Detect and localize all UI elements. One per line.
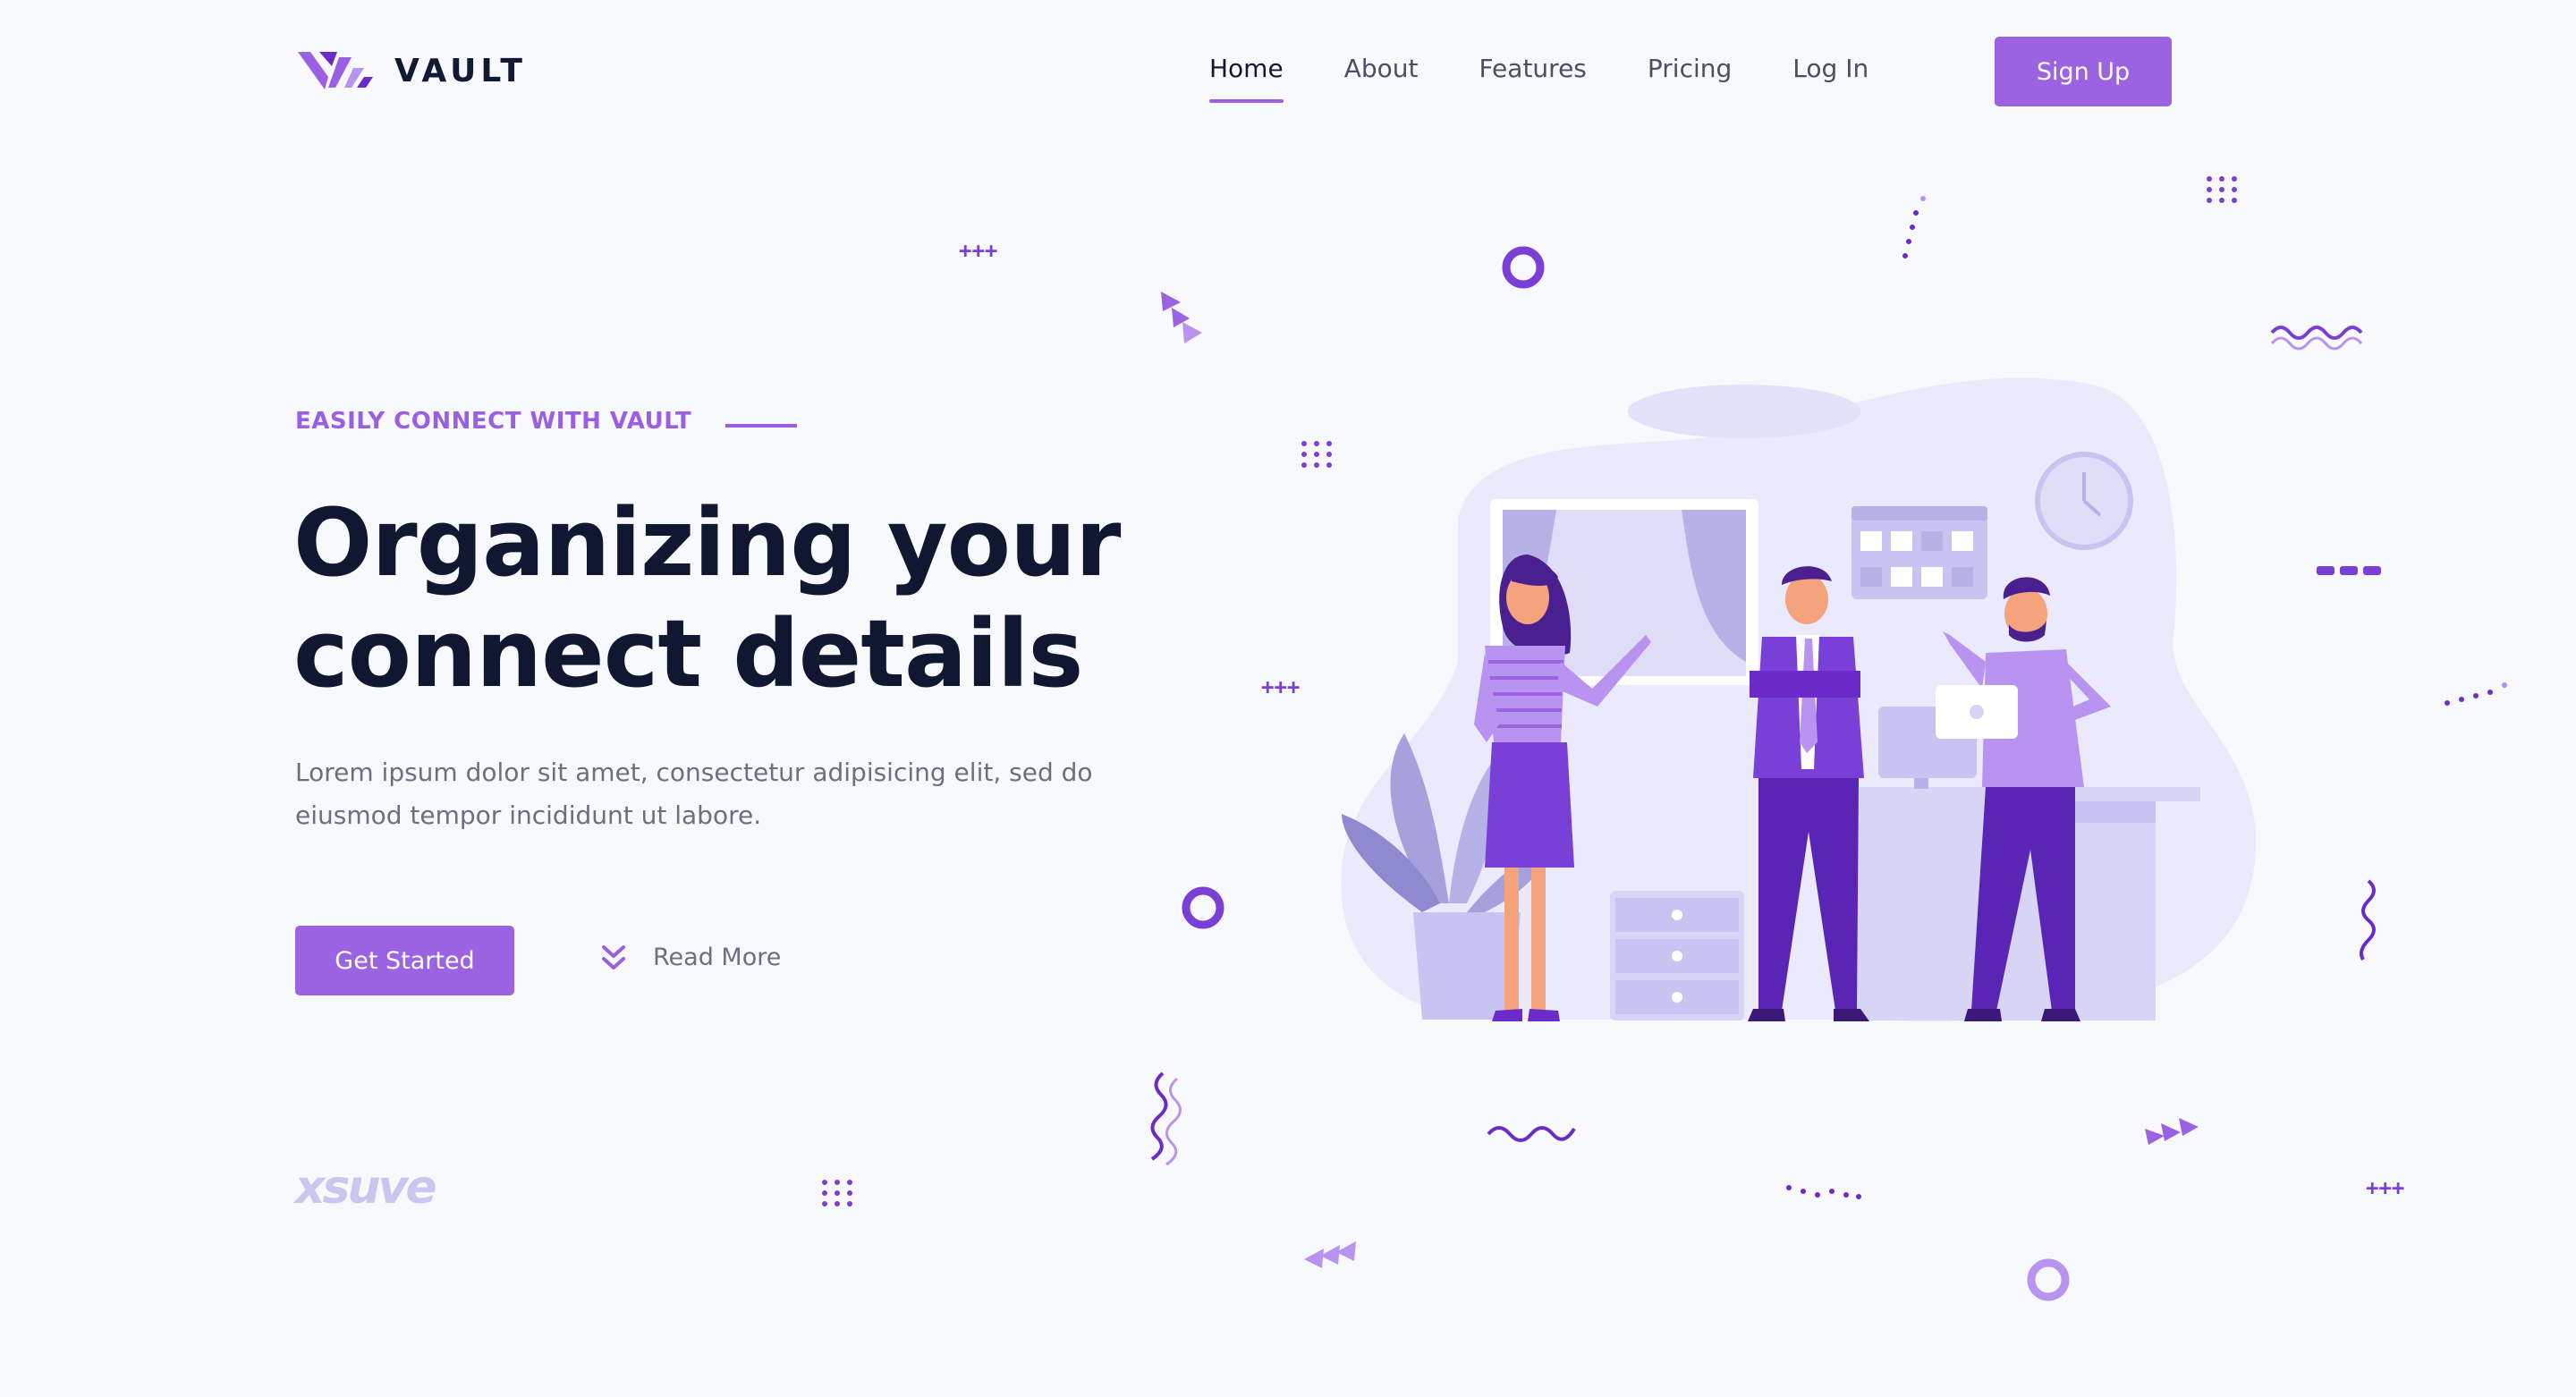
- triangle-decoration-icon: [1161, 292, 1202, 343]
- squiggle-decoration-icon: [1165, 1077, 1182, 1166]
- squiggle-decoration-icon: [2270, 326, 2363, 340]
- ring-decoration-icon: [2027, 1258, 2070, 1301]
- dot-grid-icon: [822, 1180, 852, 1206]
- dot-grid-icon: [2207, 176, 2237, 203]
- plus-decoration-icon: +++: [959, 238, 997, 263]
- triangle-decoration-icon: [2145, 1118, 2199, 1145]
- squiggle-decoration-icon: [1487, 1126, 1576, 1142]
- squiggle-decoration-icon: [2270, 336, 2363, 351]
- plus-decoration-icon: +++: [2366, 1175, 2404, 1200]
- ring-decoration-icon: [1182, 886, 1224, 929]
- plus-decoration-icon: +++: [1261, 674, 1300, 699]
- squiggle-decoration-icon: [1150, 1071, 1168, 1161]
- dotted-trail-icon: [2445, 682, 2507, 706]
- triangle-decoration-icon: [1304, 1241, 1356, 1268]
- squiggle-decoration-icon: [2360, 879, 2376, 961]
- dash-decoration-icon: [2317, 566, 2381, 575]
- dotted-trail-icon: [1902, 196, 1926, 258]
- cloud-shape: [1628, 385, 1860, 438]
- ring-decoration-icon: [1502, 246, 1545, 289]
- team-illustration: [1341, 377, 2257, 1022]
- dotted-trail-icon: [1786, 1185, 1861, 1199]
